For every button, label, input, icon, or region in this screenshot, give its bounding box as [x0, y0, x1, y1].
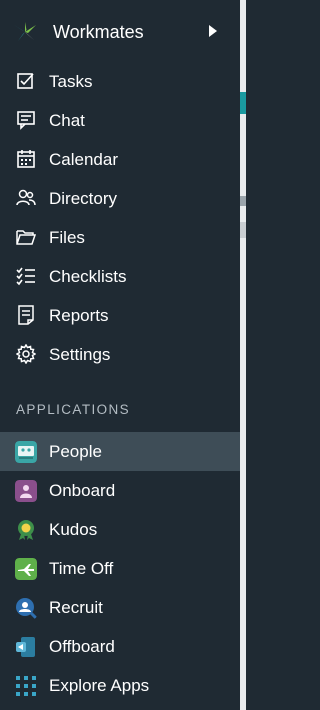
folder-icon — [16, 230, 36, 245]
gear-icon — [16, 344, 36, 364]
nav-item-tasks[interactable]: Tasks — [0, 62, 240, 101]
people-app-icon — [15, 441, 37, 463]
chat-icon — [17, 111, 35, 130]
checklist-icon — [16, 267, 35, 286]
app-item-label: Recruit — [49, 598, 103, 617]
nav-item-label: Directory — [49, 189, 118, 208]
onboard-app-icon — [15, 480, 37, 502]
nav-item-settings[interactable]: Settings — [0, 335, 240, 374]
content-accent-bar — [240, 92, 246, 114]
app-item-label: Offboard — [49, 637, 115, 656]
app-item-time-off[interactable]: Time Off — [0, 549, 240, 588]
content-divider — [240, 196, 246, 206]
app-item-label: Time Off — [49, 559, 114, 578]
recruit-app-icon — [16, 598, 37, 619]
main-content-edge — [240, 0, 246, 710]
kudos-app-icon — [18, 520, 34, 540]
nav-item-label: Checklists — [49, 267, 127, 286]
nav-item-calendar[interactable]: Calendar — [0, 140, 240, 179]
report-icon — [18, 305, 34, 325]
app-item-people[interactable]: People — [0, 432, 240, 471]
app-item-kudos[interactable]: Kudos — [0, 510, 240, 549]
time-off-app-icon — [15, 558, 37, 580]
nav-item-label: Calendar — [49, 150, 118, 169]
nav-item-reports[interactable]: Reports — [0, 296, 240, 335]
app-switcher[interactable]: Workmates — [0, 12, 240, 52]
workmates-logo-icon — [14, 22, 36, 41]
nav-item-label: Files — [49, 228, 85, 247]
nav-item-label: Reports — [49, 306, 109, 325]
app-item-label: Onboard — [49, 481, 116, 500]
offboard-app-icon — [16, 637, 35, 657]
app-title: Workmates — [53, 22, 144, 42]
nav-item-label: Settings — [49, 345, 111, 364]
checkbox-icon — [17, 73, 34, 89]
people-icon — [16, 189, 36, 206]
app-item-recruit[interactable]: Recruit — [0, 588, 240, 627]
content-divider — [240, 222, 246, 238]
nav-item-label: Tasks — [49, 72, 93, 91]
app-item-explore-apps[interactable]: Explore Apps — [0, 666, 240, 705]
nav-item-chat[interactable]: Chat — [0, 101, 240, 140]
chevron-right-icon[interactable] — [207, 23, 219, 39]
applications-heading: APPLICATIONS — [16, 402, 131, 417]
nav-item-checklists[interactable]: Checklists — [0, 257, 240, 296]
app-item-onboard[interactable]: Onboard — [0, 471, 240, 510]
calendar-icon — [17, 150, 35, 168]
app-item-label: Kudos — [49, 520, 98, 539]
grid-icon — [16, 676, 36, 696]
nav-item-files[interactable]: Files — [0, 218, 240, 257]
nav-item-directory[interactable]: Directory — [0, 179, 240, 218]
app-item-label: Explore Apps — [49, 676, 150, 695]
sidebar: Workmates Tasks Chat Calendar Directory … — [0, 0, 240, 710]
app-item-offboard[interactable]: Offboard — [0, 627, 240, 666]
app-item-label: People — [49, 442, 102, 461]
nav-item-label: Chat — [49, 111, 85, 130]
